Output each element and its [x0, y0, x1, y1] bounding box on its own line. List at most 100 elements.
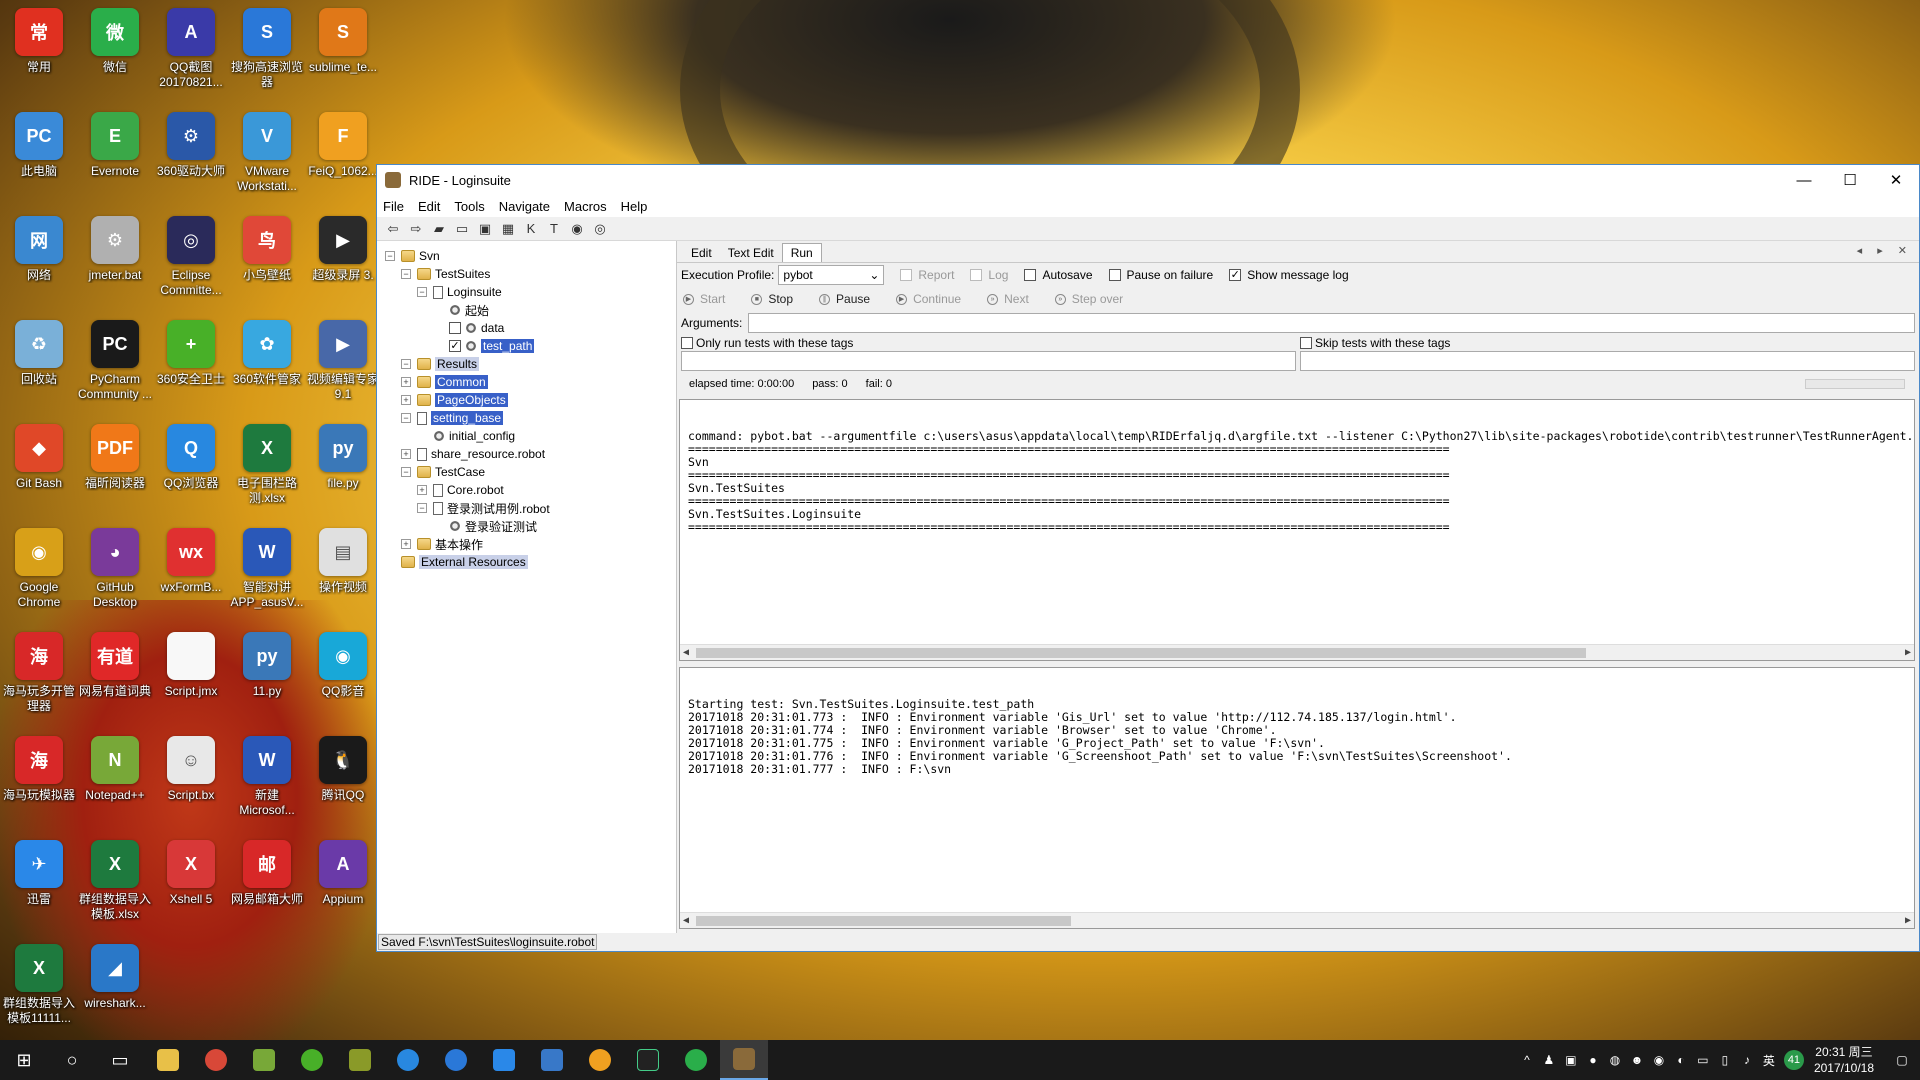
tree-node[interactable]: + share_resource.robot	[377, 445, 676, 463]
desktop-icon[interactable]: 网网络	[1, 210, 77, 310]
desktop-icon[interactable]: X 群组数据导入模板11111...	[1, 938, 77, 1038]
notification-badge[interactable]: 41	[1783, 1050, 1804, 1070]
run-icon[interactable]: ◉	[567, 220, 587, 238]
arguments-input[interactable]	[748, 313, 1915, 333]
desktop-icon[interactable]: W 智能对讲 APP_asusV...	[229, 522, 305, 622]
only-run-tags-checkbox[interactable]: Only run tests with these tags	[681, 335, 1296, 351]
tree-node[interactable]: − Results	[377, 355, 676, 373]
tree-node[interactable]: + Common	[377, 373, 676, 391]
desktop-icon[interactable]: 常常用	[1, 2, 77, 102]
tray-app-icon[interactable]: ▣	[1560, 1053, 1582, 1067]
desktop-icon[interactable]: py file.py	[305, 418, 381, 518]
desktop-icon[interactable]: PC 此电脑	[1, 106, 77, 206]
feiq-tray-icon[interactable]: ◐	[1670, 1053, 1692, 1067]
tree-node[interactable]: data	[377, 319, 676, 337]
stop-run-icon[interactable]: ◎	[590, 220, 610, 238]
expand-icon[interactable]: +	[401, 449, 411, 459]
pause-button[interactable]: ∥ Pause	[819, 292, 870, 306]
desktop-icon[interactable]: E Evernote	[77, 106, 153, 206]
next-button[interactable]: » Next	[987, 292, 1029, 306]
tab-edit[interactable]: Edit	[683, 244, 720, 262]
expand-icon[interactable]: +	[401, 395, 411, 405]
maximize-button[interactable]: ☐	[1827, 165, 1873, 195]
desktop-icon[interactable]: Q QQ浏览器	[153, 418, 229, 518]
pause-on-failure-checkbox[interactable]: Pause on failure	[1108, 268, 1213, 282]
include-tags-input[interactable]	[681, 351, 1296, 371]
log-scroll-right-icon[interactable]: ▶	[1905, 914, 1911, 927]
log-scroll-left-icon[interactable]: ◀	[683, 914, 689, 927]
desktop-icon[interactable]: A Appium	[305, 834, 381, 934]
log-horizontal-scrollbar[interactable]: ◀ ▶	[680, 912, 1914, 928]
save-all-icon[interactable]: ▦	[498, 220, 518, 238]
start-button[interactable]: ⊞	[0, 1040, 48, 1080]
desktop-icon[interactable]: Ssublime_te...	[305, 2, 381, 102]
desktop-icon[interactable]: ⚙ jmeter.bat	[77, 210, 153, 310]
log-button[interactable]: Log	[970, 268, 1008, 282]
menu-macros[interactable]: Macros	[564, 199, 607, 214]
tree-node[interactable]: ✓ test_path	[377, 337, 676, 355]
desktop-icon[interactable]: X 电子围栏路测.xlsx	[229, 418, 305, 518]
notepadpp-taskbar-icon[interactable]	[240, 1040, 288, 1080]
tree-node[interactable]: + 基本操作	[377, 535, 676, 553]
tree-node[interactable]: − setting_base	[377, 409, 676, 427]
close-button[interactable]: ✕	[1873, 165, 1919, 195]
open-folder-icon[interactable]: ▭	[452, 220, 472, 238]
qq-tray-icon[interactable]: ☻	[1626, 1053, 1648, 1067]
expand-icon[interactable]: +	[401, 539, 411, 549]
ride-taskbar-icon[interactable]	[720, 1040, 768, 1080]
step-over-button[interactable]: » Step over	[1054, 292, 1123, 306]
desktop-icon[interactable]: ♻ 回收站	[1, 314, 77, 414]
tree-node[interactable]: − TestSuites	[377, 265, 676, 283]
desktop-icon[interactable]: ✈ 迅雷	[1, 834, 77, 934]
people-icon[interactable]: ♟	[1538, 1053, 1560, 1067]
forward-icon[interactable]: ⇨	[406, 220, 426, 238]
report-button[interactable]: Report	[900, 268, 954, 282]
action-center-icon[interactable]: ▢	[1884, 1053, 1920, 1067]
tab-nav-icons[interactable]: ◂ ▸ ✕	[1857, 244, 1913, 257]
volume-icon[interactable]: ♪	[1736, 1053, 1758, 1067]
keyword-icon[interactable]: K	[521, 220, 541, 238]
back-icon[interactable]: ⇦	[383, 220, 403, 238]
feiq-taskbar-icon[interactable]	[576, 1040, 624, 1080]
collapse-icon[interactable]: −	[385, 251, 395, 261]
tab-run[interactable]: Run	[781, 243, 822, 262]
tab-text-edit[interactable]: Text Edit	[720, 244, 782, 262]
show-message-log-checkbox[interactable]: ✓ Show message log	[1229, 268, 1349, 282]
menu-edit[interactable]: Edit	[418, 199, 440, 214]
desktop-icon[interactable]: ◆ Git Bash	[1, 418, 77, 518]
tree-node[interactable]: initial_config	[377, 427, 676, 445]
desktop-icon[interactable]: 🐧 腾讯QQ	[305, 730, 381, 830]
desktop-icon[interactable]: 海海马玩多开管理器	[1, 626, 77, 726]
desktop-icon[interactable]: ⚙ 360驱动大师	[153, 106, 229, 206]
desktop-icon[interactable]: ✿ 360软件管家	[229, 314, 305, 414]
network-icon[interactable]: ▯	[1714, 1053, 1736, 1067]
desktop-icon[interactable]: S 搜狗高速浏览器	[229, 2, 305, 102]
desktop-icon[interactable]: N Notepad++	[77, 730, 153, 830]
desktop-icon[interactable]: +360安全卫士	[153, 314, 229, 414]
desktop-icon[interactable]: ◉ Google Chrome	[1, 522, 77, 622]
save-icon[interactable]: ▣	[475, 220, 495, 238]
desktop-icon[interactable]: A QQ截图 20170821...	[153, 2, 229, 102]
desktop-icon[interactable]: 邮网易邮箱大师	[229, 834, 305, 934]
desktop-icon[interactable]: ▶ 视频编辑专家 9.1	[305, 314, 381, 414]
desktop-icon[interactable]: F FeiQ_1062...	[305, 106, 381, 206]
pycharm-taskbar-icon[interactable]	[624, 1040, 672, 1080]
tree-node[interactable]: 登录验证测试	[377, 517, 676, 535]
desktop-icon[interactable]: W 新建 Microsof...	[229, 730, 305, 830]
output-scroll-thumb[interactable]	[696, 648, 1586, 658]
autosave-checkbox[interactable]: Autosave	[1024, 268, 1093, 282]
virtualbox-taskbar-icon[interactable]	[528, 1040, 576, 1080]
tree-node[interactable]: − Svn	[377, 247, 676, 265]
tree-node[interactable]: + Core.robot	[377, 481, 676, 499]
desktop-icon[interactable]: X Xshell 5	[153, 834, 229, 934]
collapse-icon[interactable]: −	[401, 467, 411, 477]
desktop-icon[interactable]: py 11.py	[229, 626, 305, 726]
exclude-tags-input[interactable]	[1300, 351, 1915, 371]
desktop-icon[interactable]: ◢ wireshark...	[77, 938, 153, 1038]
desktop-icon[interactable]: Script.jmx	[153, 626, 229, 726]
collapse-icon[interactable]: −	[401, 359, 411, 369]
start-button[interactable]: ▶ Start	[683, 292, 725, 306]
desktop-icon[interactable]: V VMware Workstati...	[229, 106, 305, 206]
360-taskbar-icon[interactable]	[288, 1040, 336, 1080]
360-tray-icon[interactable]: ◉	[1648, 1053, 1670, 1067]
